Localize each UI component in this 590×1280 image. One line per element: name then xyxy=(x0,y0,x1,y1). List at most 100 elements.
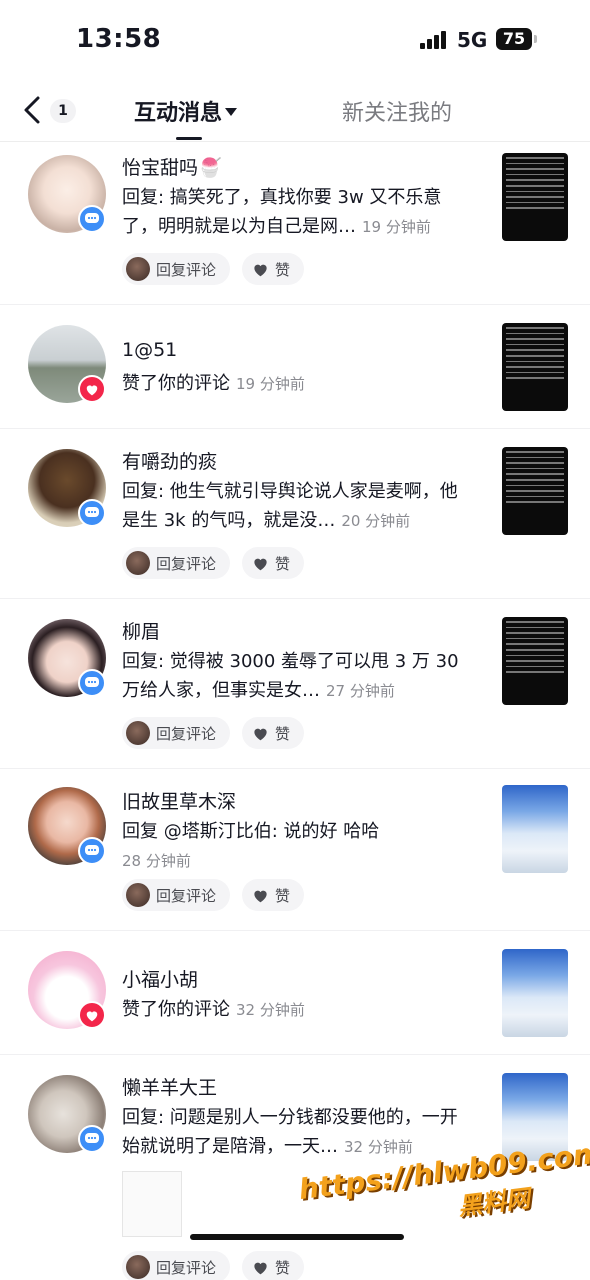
user-name[interactable]: 懒羊羊大王 xyxy=(122,1073,217,1100)
video-thumbnail[interactable] xyxy=(502,153,568,241)
message-item[interactable]: 柳眉 回复: 觉得被 3000 羞辱了可以甩 3 万 30 万给人家，但事实是女… xyxy=(0,599,590,769)
mini-avatar xyxy=(126,551,150,575)
message-text: 赞了你的评论 32 分钟前 xyxy=(122,995,472,1025)
like-button[interactable]: 赞 xyxy=(242,1251,305,1280)
status-bar: 13:58 5G 75 xyxy=(0,0,590,80)
signal-icon xyxy=(420,31,450,49)
message-body: 回复: 觉得被 3000 羞辱了可以甩 3 万 30 万给人家，但事实是女… xyxy=(122,651,459,701)
message-body: 赞了你的评论 xyxy=(122,373,230,394)
comment-badge xyxy=(78,205,106,233)
mini-avatar xyxy=(126,883,150,907)
comment-badge xyxy=(78,837,106,865)
user-name[interactable]: 怡宝甜吗🍧 xyxy=(122,153,222,180)
mini-avatar xyxy=(126,721,150,745)
reply-comment-button[interactable]: 回复评论 xyxy=(122,717,231,749)
video-thumbnail[interactable] xyxy=(502,949,568,1037)
message-text: 回复: 觉得被 3000 羞辱了可以甩 3 万 30 万给人家，但事实是女… 27… xyxy=(122,647,472,706)
video-thumbnail[interactable] xyxy=(502,447,568,535)
message-time: 19 分钟前 xyxy=(236,375,305,393)
message-item[interactable]: 1@51 赞了你的评论 19 分钟前 xyxy=(0,305,590,429)
like-button[interactable]: 赞 xyxy=(242,879,305,911)
message-time: 28 分钟前 xyxy=(122,852,191,870)
battery-cap xyxy=(534,35,537,43)
actions: 回复评论 赞 xyxy=(122,1251,316,1280)
user-name[interactable]: 1@51 xyxy=(122,339,177,361)
like-button[interactable]: 赞 xyxy=(242,547,305,579)
comment-badge xyxy=(78,499,106,527)
battery-icon: 75 xyxy=(496,28,532,50)
message-time: 32 分钟前 xyxy=(344,1138,413,1156)
mini-avatar xyxy=(126,257,150,281)
mini-avatar xyxy=(126,1255,150,1279)
like-label: 赞 xyxy=(275,554,291,573)
heart-icon xyxy=(254,890,267,902)
like-label: 赞 xyxy=(275,724,291,743)
message-text: 回复: 问题是别人一分钱都没要他的，一开始就说明了是陪滑，一天… 32 分钟前 xyxy=(122,1103,472,1162)
message-text: 回复 @塔斯汀比伯: 说的好 哈哈 28 分钟前 xyxy=(122,817,472,876)
reply-label: 回复评论 xyxy=(156,886,217,905)
heart-icon xyxy=(86,1010,98,1021)
comment-badge xyxy=(78,669,106,697)
reply-label: 回复评论 xyxy=(156,260,217,279)
tab-new-followers[interactable]: 新关注我的 xyxy=(342,95,452,127)
heart-icon xyxy=(254,264,267,276)
reply-label: 回复评论 xyxy=(156,1258,217,1277)
message-text: 回复: 搞笑死了，真找你要 3w 又不乐意了，明明就是以为自己是网… 19 分钟前 xyxy=(122,183,472,242)
back-button[interactable] xyxy=(16,90,50,130)
user-name[interactable]: 旧故里草木深 xyxy=(122,787,236,814)
like-label: 赞 xyxy=(275,1258,291,1277)
chevron-left-icon xyxy=(24,96,40,124)
message-body: 回复 @塔斯汀比伯: 说的好 哈哈 xyxy=(122,821,380,842)
status-time: 13:58 xyxy=(76,24,162,54)
like-button[interactable]: 赞 xyxy=(242,253,305,285)
like-label: 赞 xyxy=(275,886,291,905)
message-time: 19 分钟前 xyxy=(362,218,431,236)
message-text: 回复: 他生气就引导舆论说人家是麦啊，他是生 3k 的气吗，就是没… 20 分钟前 xyxy=(122,477,472,536)
heart-icon xyxy=(254,558,267,570)
video-thumbnail[interactable] xyxy=(502,323,568,411)
message-item[interactable]: 有嚼劲的痰 回复: 他生气就引导舆论说人家是麦啊，他是生 3k 的气吗，就是没…… xyxy=(0,429,590,599)
comment-icon xyxy=(85,507,99,517)
video-thumbnail[interactable] xyxy=(502,785,568,873)
heart-icon xyxy=(254,1262,267,1274)
message-item[interactable]: 小福小胡 赞了你的评论 32 分钟前 xyxy=(0,931,590,1055)
tab-interactions[interactable]: 互动消息 xyxy=(134,95,238,127)
tab-interactions-label: 互动消息 xyxy=(134,101,223,126)
user-name[interactable]: 小福小胡 xyxy=(122,965,198,992)
comment-icon xyxy=(85,845,99,855)
comment-icon xyxy=(85,677,99,687)
like-badge xyxy=(78,375,106,403)
heart-icon xyxy=(86,384,98,395)
user-name[interactable]: 柳眉 xyxy=(122,617,160,644)
reply-comment-button[interactable]: 回复评论 xyxy=(122,547,231,579)
heart-icon xyxy=(254,728,267,740)
reply-label: 回复评论 xyxy=(156,724,217,743)
actions: 回复评论 赞 xyxy=(122,253,316,285)
message-item[interactable]: 旧故里草木深 回复 @塔斯汀比伯: 说的好 哈哈 28 分钟前 回复评论 赞 xyxy=(0,769,590,931)
reply-comment-button[interactable]: 回复评论 xyxy=(122,1251,231,1280)
user-name[interactable]: 有嚼劲的痰 xyxy=(122,447,217,474)
network-label: 5G xyxy=(457,28,488,52)
reply-comment-button[interactable]: 回复评论 xyxy=(122,879,231,911)
tab-active-indicator xyxy=(176,137,202,140)
message-body: 赞了你的评论 xyxy=(122,999,230,1020)
comment-icon xyxy=(85,1133,99,1143)
comment-icon xyxy=(85,213,99,223)
message-time: 32 分钟前 xyxy=(236,1001,305,1019)
message-time: 20 分钟前 xyxy=(341,512,411,530)
back-count-badge: 1 xyxy=(50,99,76,123)
comment-badge xyxy=(78,1125,106,1153)
actions: 回复评论 赞 xyxy=(122,879,316,911)
image-attachment[interactable] xyxy=(122,1171,182,1237)
actions: 回复评论 赞 xyxy=(122,547,316,579)
reply-comment-button[interactable]: 回复评论 xyxy=(122,253,231,285)
message-text: 赞了你的评论 19 分钟前 xyxy=(122,369,472,399)
video-thumbnail[interactable] xyxy=(502,617,568,705)
home-indicator[interactable] xyxy=(190,1234,404,1240)
caret-down-icon xyxy=(225,108,238,116)
like-button[interactable]: 赞 xyxy=(242,717,305,749)
actions: 回复评论 赞 xyxy=(122,717,316,749)
message-item[interactable]: 怡宝甜吗🍧 回复: 搞笑死了，真找你要 3w 又不乐意了，明明就是以为自己是网…… xyxy=(0,143,590,305)
nav-header: 1 互动消息 新关注我的 xyxy=(0,80,590,142)
like-badge xyxy=(78,1001,106,1029)
